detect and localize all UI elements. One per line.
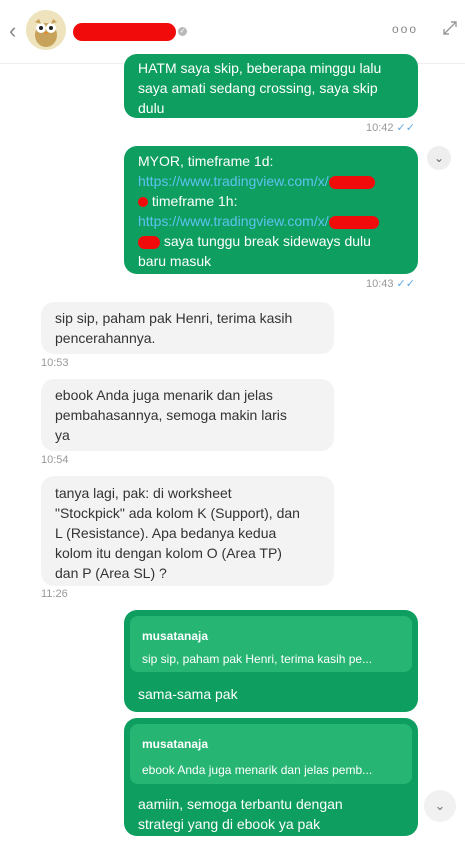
chevron-left-icon[interactable]: ‹ — [9, 20, 23, 42]
message-line: dulu — [138, 100, 165, 116]
quote-text: sip sip, paham pak Henri, terima kasih p… — [142, 652, 373, 666]
chart-link[interactable]: https://www.tradingview.com/x/ — [138, 213, 329, 229]
time-label: 10:43 — [366, 278, 394, 290]
link-redaction — [138, 235, 160, 249]
chat-area[interactable]: HATM saya skip, beberapa minggu lalu say… — [0, 54, 465, 847]
time-label: 10:42 — [366, 122, 394, 134]
message-line: saya tunggu break sideways dulu — [138, 231, 404, 251]
message-line: sama-sama pak — [138, 686, 238, 702]
message-line: pembahasannya, semoga makin laris — [55, 407, 287, 423]
message-time: 10:53 — [41, 357, 69, 369]
message-line: MYOR, timeframe 1d: — [138, 153, 274, 169]
message-time: 10:42 ✓✓ — [366, 121, 415, 134]
contact-name-redaction — [73, 23, 176, 41]
link-redaction — [138, 197, 148, 208]
message-text: saya tunggu break sideways dulu — [160, 233, 371, 249]
message-line: aamiin, semoga terbantu dengan — [138, 796, 343, 812]
owl-avatar-image — [26, 10, 66, 50]
message-line: dan P (Area SL) ? — [55, 565, 167, 581]
more-options-icon[interactable]: ooo — [392, 22, 418, 36]
message-line: https://www.tradingview.com/x/ — [138, 211, 404, 231]
message-line: saya amati sedang crossing, saya skip — [138, 80, 378, 96]
quote-author: musatanaja — [142, 629, 209, 643]
chevron-down-icon[interactable]: ⌄ — [427, 146, 451, 170]
expand-icon[interactable] — [442, 20, 458, 36]
chart-link[interactable]: https://www.tradingview.com/x/ — [138, 173, 329, 189]
message-line: timeframe 1h: — [138, 191, 404, 211]
read-ticks-icon: ✓✓ — [396, 122, 415, 134]
outgoing-message[interactable]: HATM saya skip, beberapa minggu lalu say… — [124, 54, 418, 118]
link-redaction — [328, 175, 375, 189]
link-redaction — [328, 215, 379, 229]
message-line: sip sip, paham pak Henri, terima kasih — [55, 310, 293, 326]
message-time: 10:54 — [41, 454, 69, 466]
message-line: ya — [55, 427, 70, 443]
quote-author: musatanaja — [142, 737, 209, 751]
scroll-down-icon[interactable]: ⌄ — [424, 790, 456, 822]
message-line: baru masuk — [138, 253, 212, 269]
avatar[interactable] — [26, 10, 66, 50]
message-line: L (Resistance). Apa bedanya kedua — [55, 525, 277, 541]
message-line: strategi yang di ebook ya pak — [138, 816, 321, 832]
message-line: ebook Anda juga menarik dan jelas — [55, 387, 273, 403]
outgoing-message[interactable]: MYOR, timeframe 1d: https://www.tradingv… — [124, 146, 418, 274]
outgoing-reply-message[interactable]: musatanaja ebook Anda juga menarik dan j… — [124, 718, 418, 836]
message-line: https://www.tradingview.com/x/ — [138, 171, 404, 191]
message-time: 10:43 ✓✓ — [366, 277, 415, 290]
message-line: "Stockpick" ada kolom K (Support), dan — [55, 505, 300, 521]
outgoing-reply-message[interactable]: musatanaja sip sip, paham pak Henri, ter… — [124, 610, 418, 712]
incoming-message[interactable]: sip sip, paham pak Henri, terima kasih p… — [41, 302, 334, 354]
incoming-message[interactable]: ebook Anda juga menarik dan jelas pembah… — [41, 379, 334, 451]
quoted-message[interactable]: musatanaja sip sip, paham pak Henri, ter… — [130, 616, 412, 672]
read-ticks-icon: ✓✓ — [396, 278, 415, 290]
quote-text: ebook Anda juga menarik dan jelas pemb..… — [142, 763, 373, 777]
message-line: pencerahannya. — [55, 330, 156, 346]
message-text: timeframe 1h: — [148, 193, 238, 209]
message-line: tanya lagi, pak: di worksheet — [55, 485, 232, 501]
message-line: HATM saya skip, beberapa minggu lalu — [138, 60, 382, 76]
quoted-message[interactable]: musatanaja ebook Anda juga menarik dan j… — [130, 724, 412, 784]
incoming-message[interactable]: tanya lagi, pak: di worksheet "Stockpick… — [41, 476, 334, 586]
message-line: kolom itu dengan kolom O (Area TP) — [55, 545, 282, 561]
message-time: 11:26 — [41, 588, 68, 600]
verified-badge-icon: ✓ — [178, 27, 187, 36]
